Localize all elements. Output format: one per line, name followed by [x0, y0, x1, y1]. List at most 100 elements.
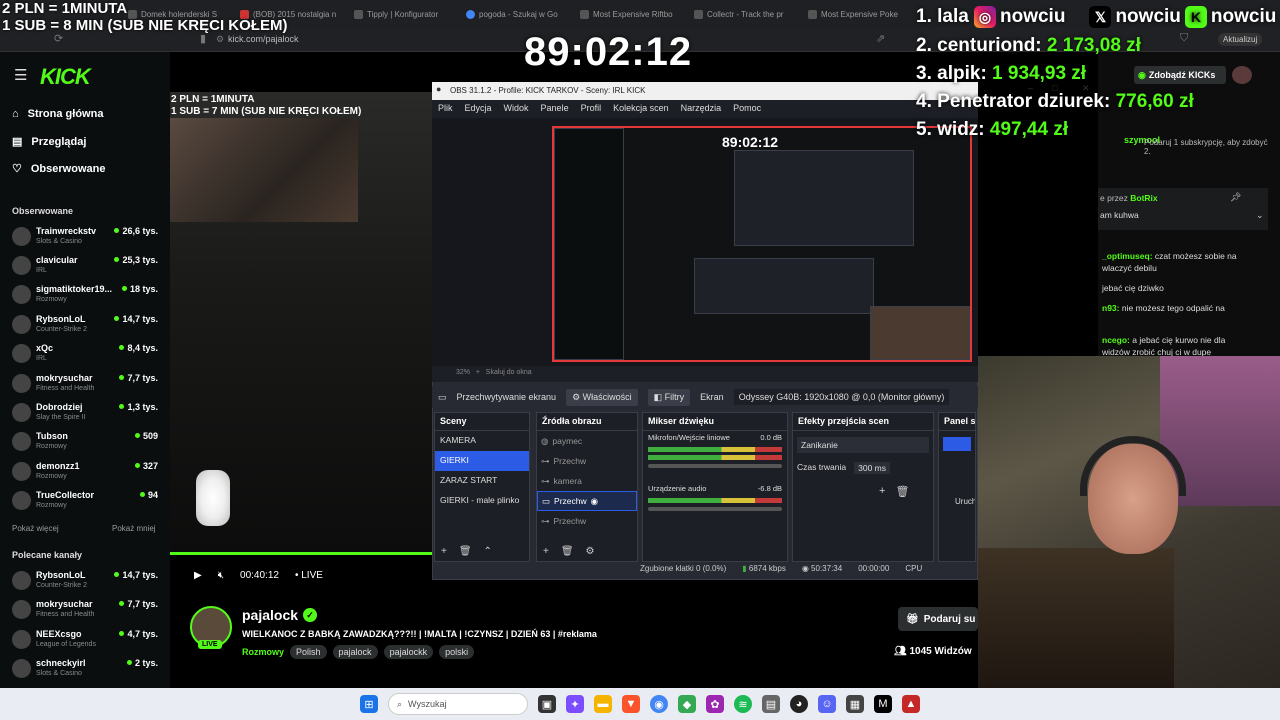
transition-select[interactable]: Zanikanie: [797, 437, 929, 453]
nav-following[interactable]: ♡ Obserwowane: [12, 162, 105, 176]
duration-input[interactable]: 300 ms: [854, 462, 891, 474]
obs-icon[interactable]: ◕: [790, 695, 808, 713]
category-link[interactable]: Rozmowy: [242, 645, 284, 659]
app-icon[interactable]: ✿: [706, 695, 724, 713]
brave-icon[interactable]: ▼: [622, 695, 640, 713]
app-icon[interactable]: M: [874, 695, 892, 713]
menu-icon[interactable]: ☰: [14, 66, 27, 84]
url-field[interactable]: kick.com/pajalock: [228, 34, 299, 44]
source-item[interactable]: ⊶ Przechw: [537, 451, 637, 471]
trash-icon[interactable]: 🗑︎: [459, 546, 472, 557]
volume-slider[interactable]: [648, 507, 782, 511]
tag[interactable]: pajalock: [332, 645, 378, 659]
channel-category: IRL: [36, 355, 47, 362]
browser-tab[interactable]: Most Expensive Poke: [808, 6, 904, 22]
update-button[interactable]: Aktualizuj: [1218, 33, 1263, 46]
menu-view[interactable]: Widok: [504, 103, 529, 118]
notepad-icon[interactable]: ▤: [762, 695, 780, 713]
volume-slider[interactable]: [648, 464, 782, 468]
calculator-icon[interactable]: ▦: [846, 695, 864, 713]
video-progress-bar[interactable]: [170, 552, 432, 555]
followed-channel[interactable]: Dobrodziej Slay the Spire II 1,3 tys.: [12, 401, 164, 429]
browser-tab[interactable]: Tipply | Konfigurator: [354, 6, 454, 22]
trash-icon[interactable]: 🗑︎: [895, 485, 909, 498]
pin-icon[interactable]: 📌︎: [1230, 192, 1241, 203]
trash-icon[interactable]: 🗑︎: [561, 546, 574, 557]
add-icon[interactable]: +: [879, 485, 885, 498]
windows-start-icon[interactable]: ⊞: [360, 695, 378, 713]
file-explorer-icon[interactable]: ▬: [594, 695, 612, 713]
followed-channel[interactable]: mokrysuchar Fitness and Health 7,7 tys.: [12, 372, 164, 400]
share-icon[interactable]: ⇗: [876, 32, 885, 45]
nav-home[interactable]: ⌂ Strona główna: [12, 108, 103, 120]
source-item[interactable]: ◍ paymec: [537, 431, 637, 451]
scale-to-window[interactable]: Skaluj do okna: [486, 369, 532, 376]
recommended-channel[interactable]: RybsonLoL Counter-Strike 2 14,7 tys.: [12, 569, 164, 597]
chevron-down-icon[interactable]: ⌄: [1256, 210, 1264, 221]
browser-tab[interactable]: pogoda - Szukaj w Go: [466, 6, 566, 22]
add-icon[interactable]: +: [441, 546, 447, 557]
gear-icon[interactable]: ⚙: [586, 546, 595, 557]
monitor-select[interactable]: Odyssey G40B: 1920x1080 @ 0,0 (Monitor g…: [733, 389, 950, 405]
browser-tab[interactable]: Collectr - Track the pr: [694, 6, 794, 22]
menu-file[interactable]: Plik: [438, 103, 453, 118]
source-item[interactable]: ⊶ kamera: [537, 471, 637, 491]
menu-profile[interactable]: Profil: [581, 103, 602, 118]
play-icon[interactable]: ▶: [194, 570, 202, 581]
menu-scene-collection[interactable]: Kolekcja scen: [613, 103, 669, 118]
source-item-selected[interactable]: ▭ Przechw ◉: [537, 491, 637, 511]
copilot-icon[interactable]: ✦: [566, 695, 584, 713]
followed-channel[interactable]: Tubson Rozmowy 509: [12, 430, 164, 458]
app-icon[interactable]: ▲: [902, 695, 920, 713]
menu-tools[interactable]: Narzędzia: [681, 103, 722, 118]
recommended-channel[interactable]: schneckyirl Slots & Casino 2 tys.: [12, 657, 164, 685]
recommended-channel[interactable]: NEEXcsgo League of Legends 4,7 tys.: [12, 628, 164, 656]
scene-item[interactable]: KAMERA: [435, 431, 529, 451]
shield-icon[interactable]: ⛉: [1180, 32, 1188, 45]
eye-icon[interactable]: ◉: [591, 496, 598, 507]
chrome-icon[interactable]: ◉: [650, 695, 668, 713]
nav-browse[interactable]: ▤ Przeglądaj: [12, 135, 86, 149]
scene-item[interactable]: ZARAZ START: [435, 471, 529, 491]
followed-channel[interactable]: xQc IRL 8,4 tys.: [12, 342, 164, 370]
user-avatar[interactable]: [1232, 66, 1252, 84]
up-icon[interactable]: ⌃: [484, 546, 492, 557]
task-view-icon[interactable]: ▣: [538, 695, 556, 713]
recommended-channel[interactable]: mokrysuchar Fitness and Health 7,7 tys.: [12, 598, 164, 626]
scene-item[interactable]: GIERKI - male plinko: [435, 491, 529, 511]
spotify-icon[interactable]: ≋: [734, 695, 752, 713]
site-info-icon[interactable]: ⚙: [216, 34, 224, 45]
followed-channel[interactable]: sigmatiktoker19... Rozmowy 18 tys.: [12, 283, 164, 311]
source-item[interactable]: ⊶ Przechw: [537, 511, 637, 531]
followed-channel[interactable]: Trainwreckstv Slots & Casino 26,6 tys.: [12, 225, 164, 253]
gift-sub-button[interactable]: 🎁︎ Podaruj su: [898, 607, 978, 631]
show-less-button[interactable]: Pokaż mniej: [112, 524, 156, 533]
get-kicks-button[interactable]: ◉ Zdobądź KICKs: [1134, 66, 1226, 84]
menu-edit[interactable]: Edycja: [465, 103, 492, 118]
followed-channel[interactable]: clavicular IRL 25,3 tys.: [12, 254, 164, 282]
menu-help[interactable]: Pomoc: [733, 103, 761, 118]
start-recording-button[interactable]: Urucho: [939, 457, 975, 506]
followed-channel[interactable]: TrueCollector Rozmowy 94: [12, 489, 164, 517]
filters-button[interactable]: ◧ Filtry: [647, 388, 691, 406]
add-icon[interactable]: +: [543, 546, 549, 557]
taskbar-search[interactable]: ⌕ Wyszukaj: [388, 693, 528, 715]
tag[interactable]: pajalockk: [383, 645, 434, 659]
app-icon[interactable]: ◆: [678, 695, 696, 713]
tag[interactable]: polski: [439, 645, 475, 659]
discord-icon[interactable]: ☺: [818, 695, 836, 713]
menu-docks[interactable]: Panele: [541, 103, 569, 118]
show-more-button[interactable]: Pokaż więcej: [12, 524, 59, 533]
followed-channel[interactable]: RybsonLoL Counter-Strike 2 14,7 tys.: [12, 313, 164, 341]
google-icon: [466, 9, 475, 19]
mute-icon[interactable]: 🔇︎: [218, 570, 224, 581]
followed-channel[interactable]: demonzz1 Rozmowy 327: [12, 460, 164, 488]
properties-button[interactable]: ⚙ Właściwości: [566, 388, 638, 406]
kick-logo[interactable]: KICK: [40, 64, 91, 90]
zoom-level[interactable]: 32%: [456, 369, 470, 376]
browser-tab[interactable]: Most Expensive Riftbo: [580, 6, 680, 22]
scene-item-selected[interactable]: GIERKI: [435, 451, 529, 471]
channel-name[interactable]: pajalock: [242, 607, 298, 623]
tag[interactable]: Polish: [290, 645, 327, 659]
start-streaming-button[interactable]: [943, 437, 971, 451]
